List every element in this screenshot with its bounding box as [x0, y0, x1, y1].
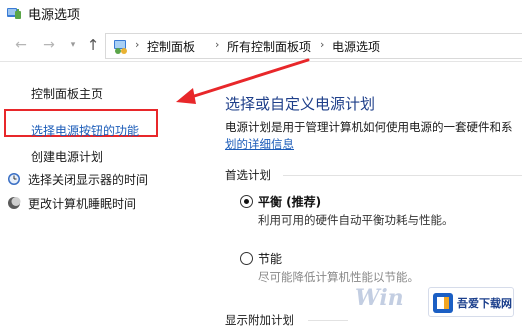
breadcrumb-control-panel[interactable]: 控制面板: [147, 38, 195, 55]
preferred-plans-label: 首选计划: [225, 168, 271, 182]
power-options-window: 电源选项 ← → ▾ ↑ › 控制面板 › 所有控制面板项 › 电源选项 控制面…: [0, 0, 522, 336]
title-bar: 电源选项: [0, 0, 522, 28]
chevron-down-icon[interactable]: ▾: [64, 36, 82, 54]
left-panel: 控制面板主页 选择电源按钮的功能 创建电源计划 选择关闭显示器的时间 更改计算机…: [0, 63, 208, 336]
power-saver-plan-desc: 尽可能降低计算机性能以节能。: [258, 270, 419, 284]
power-options-icon: [7, 8, 21, 19]
balanced-plan-name[interactable]: 平衡 (推荐): [258, 193, 321, 210]
moon-sleep-icon: [8, 197, 21, 209]
navigation-bar: ← → ▾ ↑ › 控制面板 › 所有控制面板项 › 电源选项: [0, 30, 522, 62]
section-divider: [283, 175, 522, 176]
breadcrumb-separator[interactable]: ›: [135, 38, 139, 51]
arrow-right-icon[interactable]: →: [40, 36, 58, 54]
page-title: 选择或自定义电源计划: [225, 95, 376, 113]
power-saver-plan-name[interactable]: 节能: [258, 250, 282, 267]
balanced-plan-desc: 利用可用的硬件自动平衡功耗与性能。: [258, 213, 454, 227]
address-bar[interactable]: › 控制面板 › 所有控制面板项 › 电源选项: [105, 33, 522, 59]
create-power-plan-link[interactable]: 创建电源计划: [31, 148, 103, 165]
sleep-time-link[interactable]: 更改计算机睡眠时间: [7, 195, 136, 212]
watermark-badge: 吾爱下载网: [428, 287, 514, 317]
sleep-time-label: 更改计算机睡眠时间: [28, 197, 137, 211]
watermark-badge-text: 吾爱下载网: [457, 297, 512, 310]
breadcrumb-all-items[interactable]: 所有控制面板项: [227, 38, 311, 55]
breadcrumb-power-options[interactable]: 电源选项: [332, 38, 380, 55]
arrow-up-icon[interactable]: ↑: [84, 36, 102, 54]
power-plan-description: 电源计划是用于管理计算机如何使用电源的一套硬件和系: [225, 120, 513, 134]
balanced-plan-radio[interactable]: [240, 195, 253, 208]
choose-power-button-link[interactable]: 选择电源按钮的功能: [31, 122, 139, 139]
watermark-text: Win: [355, 285, 404, 311]
site-logo-icon: [433, 293, 453, 313]
arrow-left-icon[interactable]: ←: [12, 36, 30, 54]
display-off-time-label: 选择关闭显示器的时间: [28, 173, 149, 187]
window-title: 电源选项: [28, 8, 81, 23]
display-off-time-link[interactable]: 选择关闭显示器的时间: [7, 171, 148, 188]
show-additional-plans-label[interactable]: 显示附加计划: [225, 312, 294, 328]
breadcrumb-separator[interactable]: ›: [215, 38, 219, 51]
section-divider: [308, 320, 348, 321]
breadcrumb-separator[interactable]: ›: [320, 38, 324, 51]
control-panel-icon: [114, 40, 127, 54]
power-plan-details-link[interactable]: 划的详细信息: [225, 136, 294, 152]
power-saver-plan-radio[interactable]: [240, 252, 253, 265]
monitor-clock-icon: [8, 173, 20, 185]
control-panel-home-link[interactable]: 控制面板主页: [31, 85, 103, 102]
